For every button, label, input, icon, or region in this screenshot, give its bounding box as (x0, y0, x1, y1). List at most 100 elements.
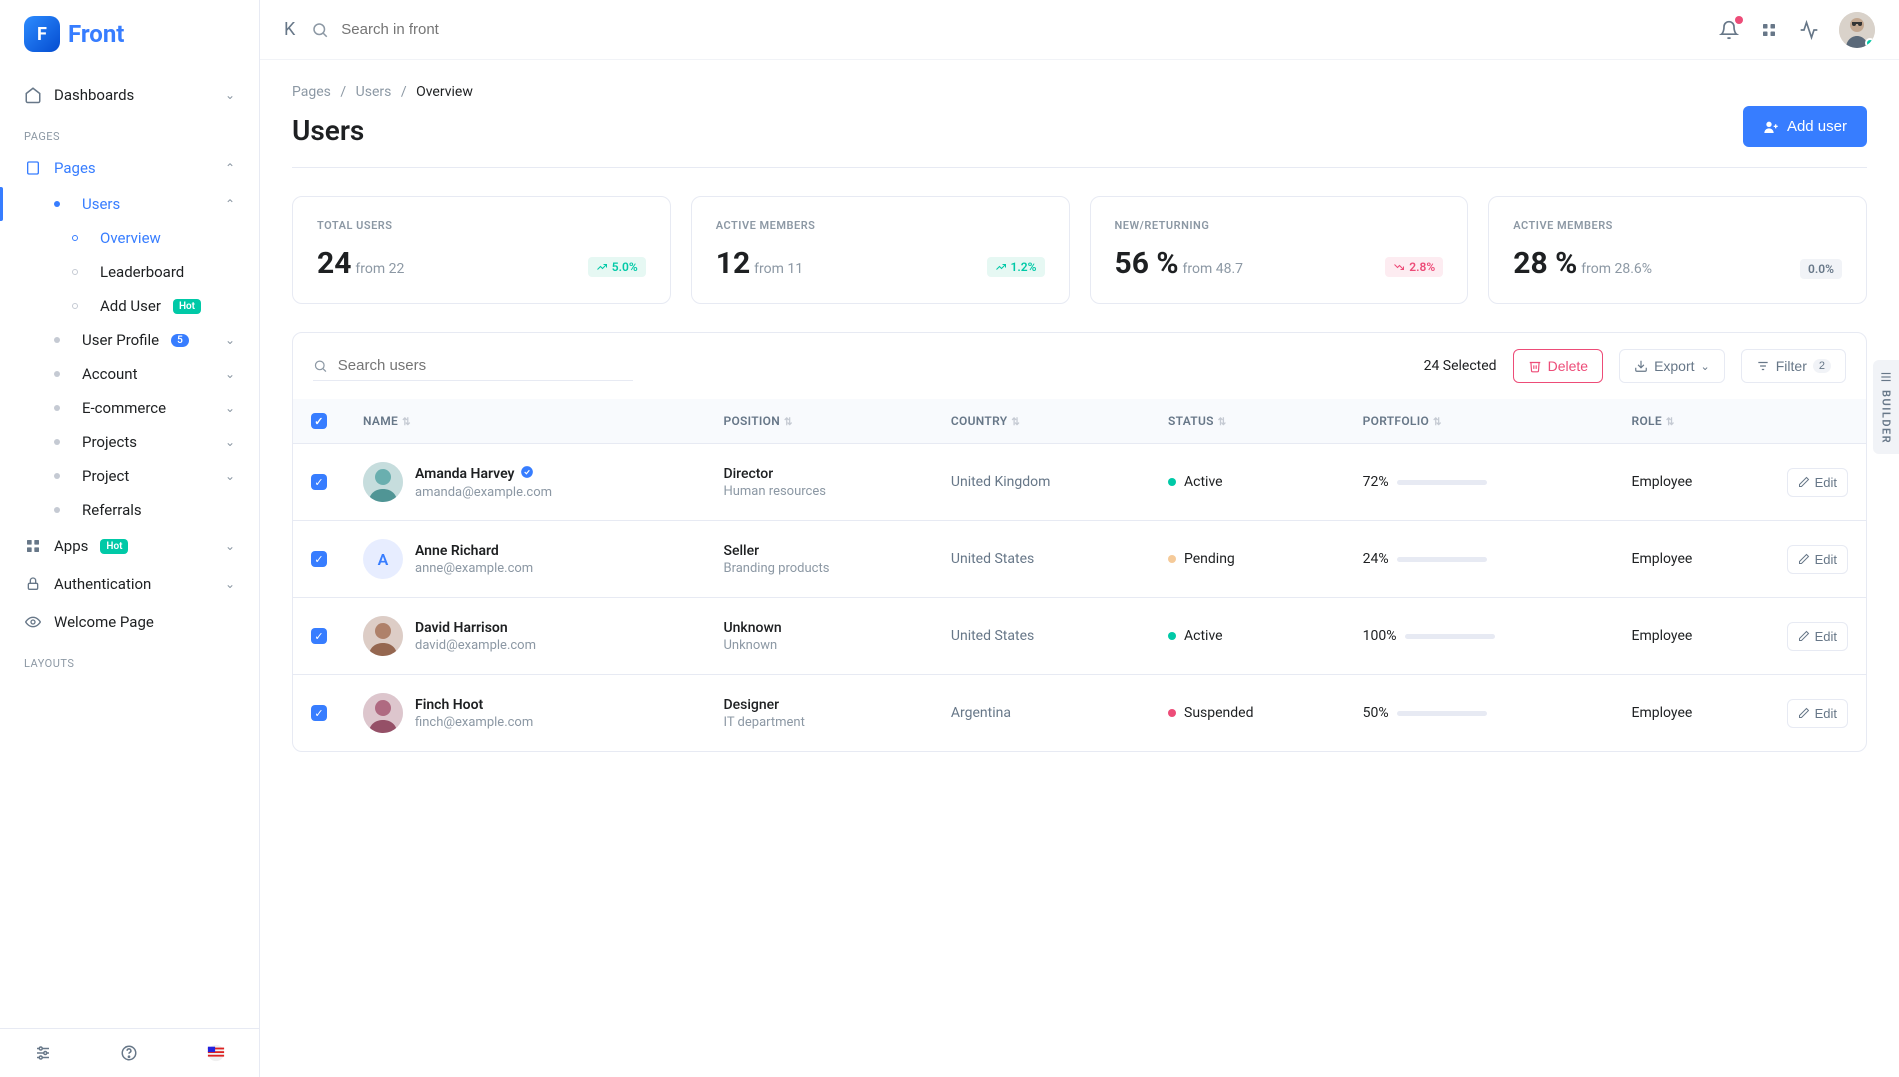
nav-ecommerce[interactable]: E-commerce ⌄ (24, 391, 259, 425)
nav-welcome[interactable]: Welcome Page (0, 603, 259, 641)
chevron-down-icon: ⌄ (225, 401, 235, 415)
user-avatar[interactable] (1839, 12, 1875, 48)
sidebar-collapse-icon[interactable]: K (284, 19, 295, 40)
status-dot-icon (1168, 632, 1176, 640)
nav-label: Account (82, 365, 138, 383)
edit-button[interactable]: Edit (1787, 699, 1848, 728)
chevron-down-icon: ⌄ (225, 469, 235, 483)
table-row: ✓ AAnne Richard anne@example.com SellerB… (293, 521, 1866, 598)
nav-label: Projects (82, 433, 137, 451)
global-search[interactable] (311, 21, 1703, 39)
breadcrumb-item[interactable]: Pages (292, 84, 331, 100)
nav-referrals[interactable]: Referrals (24, 493, 259, 527)
nav-users-overview[interactable]: Overview (24, 221, 259, 255)
user-email: anne@example.com (415, 561, 533, 576)
stat-value: 24 (317, 246, 351, 281)
activity-icon[interactable] (1799, 20, 1819, 40)
row-checkbox[interactable]: ✓ (311, 628, 327, 644)
col-country[interactable]: COUNTRY⇅ (933, 399, 1150, 444)
row-checkbox[interactable]: ✓ (311, 474, 327, 490)
export-button[interactable]: Export ⌄ (1619, 349, 1725, 383)
nav-projects[interactable]: Projects ⌄ (24, 425, 259, 459)
user-email: david@example.com (415, 638, 536, 653)
nav-account[interactable]: Account⌄ (24, 357, 259, 391)
bullet-icon (54, 473, 60, 479)
notifications-icon[interactable] (1719, 20, 1739, 40)
status-cell: Suspended (1150, 675, 1345, 752)
bullet-icon (54, 405, 60, 411)
status-dot-icon (1168, 709, 1176, 717)
breadcrumb-item[interactable]: Users (356, 84, 392, 100)
nav-users-leaderboard[interactable]: Leaderboard (24, 255, 259, 289)
user-name[interactable]: Finch Hoot (415, 697, 533, 713)
brand-logo[interactable]: F Front (0, 0, 259, 60)
delete-button[interactable]: Delete (1513, 349, 1603, 383)
col-position[interactable]: POSITION⇅ (705, 399, 932, 444)
col-role[interactable]: ROLE⇅ (1614, 399, 1769, 444)
count-badge: 5 (171, 334, 189, 347)
portfolio-cell: 24% (1345, 521, 1614, 598)
nav-users-adduser[interactable]: Add User Hot (24, 289, 259, 323)
language-icon[interactable] (206, 1043, 226, 1063)
nav-user-profile[interactable]: User Profile 5 ⌄ (24, 323, 259, 357)
stat-card: ACTIVE MEMBERS 28 % from 28.6% 0.0% (1488, 196, 1867, 304)
nav-authentication[interactable]: Authentication ⌄ (0, 565, 259, 603)
col-name[interactable]: NAME⇅ (345, 399, 705, 444)
col-status[interactable]: STATUS⇅ (1150, 399, 1345, 444)
stat-card: ACTIVE MEMBERS 12 from 11 1.2% (691, 196, 1070, 304)
stat-card: NEW/RETURNING 56 % from 48.7 2.8% (1090, 196, 1469, 304)
stat-trend: 0.0% (1800, 259, 1842, 279)
nav-apps[interactable]: Apps Hot ⌄ (0, 527, 259, 565)
add-user-button[interactable]: Add user (1743, 106, 1867, 147)
chevron-down-icon: ⌄ (225, 435, 235, 449)
portfolio-cell: 72% (1345, 444, 1614, 521)
pencil-icon (1798, 630, 1810, 642)
table-search-input[interactable] (338, 357, 633, 374)
nav-project[interactable]: Project⌄ (24, 459, 259, 493)
role: Employee (1614, 675, 1769, 752)
country: United States (933, 521, 1150, 598)
nav-section-layouts: LAYOUTS (0, 641, 259, 676)
edit-button[interactable]: Edit (1787, 545, 1848, 574)
table-search[interactable] (313, 351, 633, 381)
edit-button[interactable]: Edit (1787, 622, 1848, 651)
position: Seller (723, 543, 914, 559)
select-all-checkbox[interactable]: ✓ (311, 413, 327, 429)
country: United Kingdom (933, 444, 1150, 521)
row-checkbox[interactable]: ✓ (311, 551, 327, 567)
status-dot-icon (1168, 478, 1176, 486)
row-checkbox[interactable]: ✓ (311, 705, 327, 721)
nav-users[interactable]: Users ⌃ (24, 187, 259, 221)
col-portfolio[interactable]: PORTFOLIO⇅ (1345, 399, 1614, 444)
nav-label: E-commerce (82, 399, 166, 417)
button-label: Delete (1548, 358, 1588, 374)
page-title: Users (292, 114, 364, 147)
edit-button[interactable]: Edit (1787, 468, 1848, 497)
settings-icon[interactable] (33, 1043, 53, 1063)
nav-label: Welcome Page (54, 613, 154, 631)
nav-pages[interactable]: Pages ⌃ (0, 149, 259, 187)
pencil-icon (1798, 553, 1810, 565)
nav-label: Leaderboard (100, 263, 184, 281)
chevron-down-icon: ⌄ (1701, 360, 1710, 373)
filter-button[interactable]: Filter 2 (1741, 349, 1846, 383)
position: Unknown (723, 620, 914, 636)
hot-badge: Hot (173, 299, 201, 314)
user-email: finch@example.com (415, 715, 533, 730)
apps-grid-icon[interactable] (1759, 20, 1779, 40)
user-name[interactable]: Amanda Harvey (415, 465, 552, 483)
stat-from: from 48.7 (1183, 261, 1244, 277)
user-name[interactable]: David Harrison (415, 620, 536, 636)
help-icon[interactable] (119, 1043, 139, 1063)
stat-trend: 1.2% (987, 257, 1045, 277)
nav-dashboards[interactable]: Dashboards ⌄ (0, 76, 259, 114)
user-name[interactable]: Anne Richard (415, 543, 533, 559)
table-row: ✓ Amanda Harvey amanda@example.com Direc… (293, 444, 1866, 521)
search-input[interactable] (341, 21, 641, 38)
stat-trend: 5.0% (588, 257, 646, 277)
verified-icon (520, 465, 534, 483)
stat-label: ACTIVE MEMBERS (716, 219, 1045, 232)
department: Unknown (723, 638, 914, 653)
stat-from: from 22 (355, 261, 404, 277)
builder-tab[interactable]: BUILDER (1873, 360, 1899, 454)
